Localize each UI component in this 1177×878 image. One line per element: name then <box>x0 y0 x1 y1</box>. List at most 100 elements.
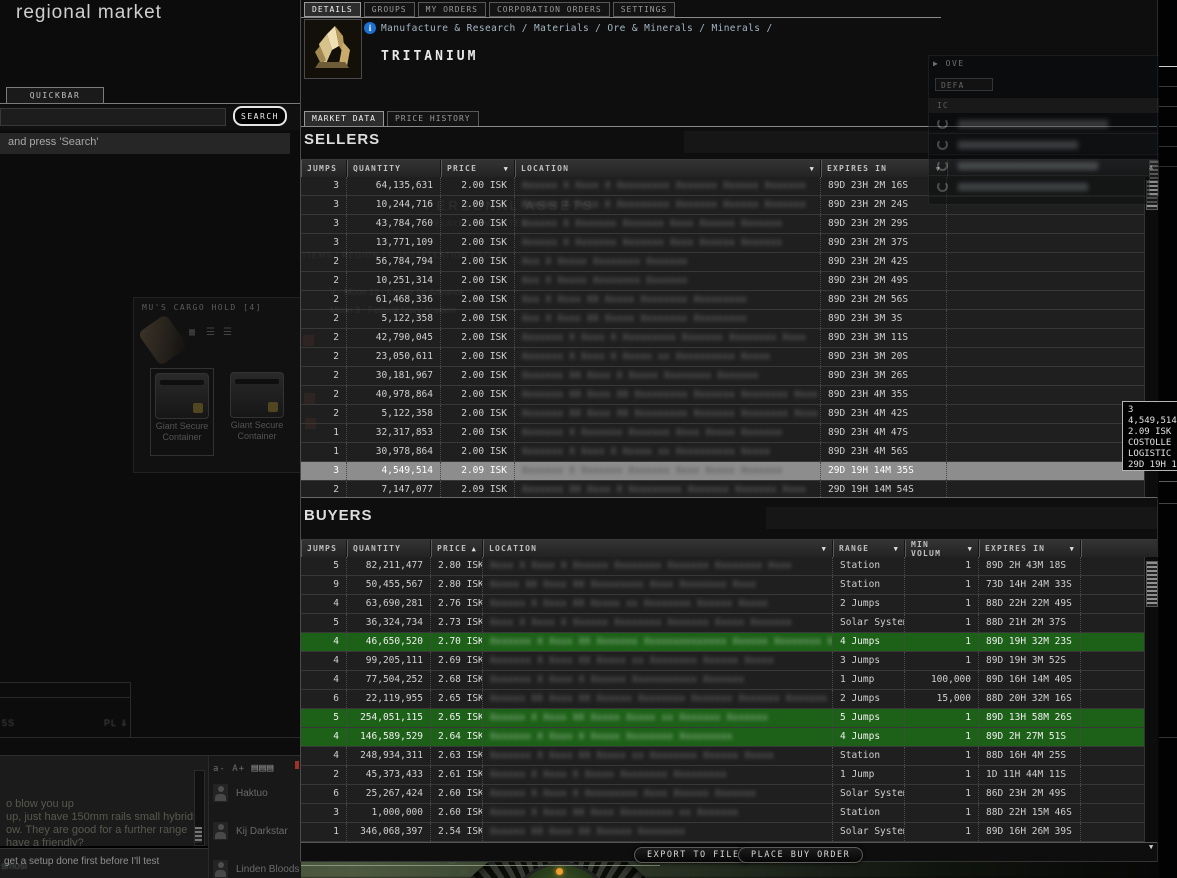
buyer-cell-mv: 1 <box>905 728 979 746</box>
sellers-column-price[interactable]: PRICE ▼ <box>441 160 515 177</box>
member-row[interactable]: Haktuo <box>213 784 299 802</box>
overview-row[interactable] <box>929 114 1159 134</box>
buyer-row[interactable]: 4 99,205,111 2.69 ISK Xxxxxxx X Xxxx XX Xxx… <box>301 652 1157 671</box>
seller-cell-p: 2.09 ISK <box>441 462 515 480</box>
seller-row[interactable]: 3 4,549,514 2.09 ISK Xxxxxxx X Xxxxxxx Xxxx… <box>301 462 1157 481</box>
buyers-column-range[interactable]: RANGE ▼ <box>833 540 905 557</box>
member-row[interactable]: Linden Bloodsmo <box>213 860 299 878</box>
sort-arrow-icon: ▼ <box>1069 544 1075 553</box>
seller-cell-j: 3 <box>301 462 347 480</box>
seller-row[interactable]: 2 40,978,864 2.00 ISK Xxxxxxx XX Xxxx XX Xx… <box>301 386 1157 405</box>
buyer-row[interactable]: 4 77,504,252 2.68 ISK Xxxxxxx X Xxxx X Xxxx… <box>301 671 1157 690</box>
seller-cell-filler <box>947 329 1157 347</box>
buyers-column-expires-in[interactable]: EXPIRES IN ▼ <box>979 540 1081 557</box>
buyer-row[interactable]: 9 50,455,567 2.80 ISK Xxxxx XX Xxxx XX Xxxx… <box>301 576 1157 595</box>
buyer-cell-mv: 1 <box>905 595 979 613</box>
buyers-scroll-down-arrow[interactable]: ▼ <box>1149 843 1153 851</box>
chat-scrollbar-thumb[interactable] <box>195 827 202 843</box>
sellers-column-jumps[interactable]: JUMPS <box>301 160 347 177</box>
view-grid-icon[interactable]: ▦ <box>189 328 200 338</box>
buyer-cell-r: 5 Jumps <box>833 709 905 727</box>
buyers-column-quantity[interactable]: QUANTITY <box>347 540 431 557</box>
seller-cell-filler <box>947 272 1157 290</box>
sellers-column-quantity[interactable]: QUANTITY <box>347 160 441 177</box>
overview-row[interactable] <box>929 135 1159 155</box>
view-details-icon[interactable]: ☰ <box>223 328 234 338</box>
seller-row[interactable]: 1 30,978,864 2.00 ISK Xxxxxxx X Xxxx X Xxxx… <box>301 443 1157 462</box>
subtab-price-history[interactable]: PRICE HISTORY <box>386 111 479 127</box>
buyer-cell-j: 4 <box>301 652 347 670</box>
member-row[interactable]: Kij Darkstar <box>213 822 299 840</box>
export-to-file-button[interactable]: EXPORT TO FILE <box>634 847 753 863</box>
search-button[interactable]: SEARCH <box>233 106 287 126</box>
seller-row[interactable]: 2 42,790,045 2.00 ISK Xxxxxxx X Xxxx X Xxxx… <box>301 329 1157 348</box>
seller-row[interactable]: 2 23,050,611 2.00 ISK Xxxxxxx X Xxxx X Xxxx… <box>301 348 1157 367</box>
blurred-location-text: Xxxxxxx X Xxxx X Xxxxx Xxxxxxxx Xxxxxxxx… <box>490 732 733 742</box>
tab-groups[interactable]: GROUPS <box>363 2 415 17</box>
buyers-column-location[interactable]: LOCATION ▼ <box>483 540 833 557</box>
member-list-view-icon[interactable]: ▤ <box>252 761 260 774</box>
sellers-column-location[interactable]: LOCATION ▼ <box>515 160 821 177</box>
seller-cell-p: 2.00 ISK <box>441 443 515 461</box>
font-larger-button[interactable]: A+ <box>232 764 245 774</box>
seller-cell-loc: Xxxxxxx XX Xxxx X Xxxxxxxxx Xxxxxxx Xxxx… <box>515 481 821 497</box>
buyer-row[interactable]: 1 346,068,397 2.54 ISK Xxxxxx XX Xxxx XX Xx… <box>301 823 1157 842</box>
search-input[interactable] <box>0 108 226 126</box>
tritanium-item-icon[interactable] <box>304 19 362 79</box>
overview-column-header[interactable]: IC <box>929 98 1159 113</box>
overview-scrollbar-thumb[interactable] <box>1149 160 1159 196</box>
cargo-item-giant-secure-container[interactable]: Giant Secure Container <box>150 368 214 456</box>
seller-row[interactable]: 2 7,147,077 2.09 ISK Xxxxxxx XX Xxxx X Xxxx… <box>301 481 1157 497</box>
seller-row[interactable]: 2 30,181,967 2.00 ISK Xxxxxxx XX Xxxx X Xxx… <box>301 367 1157 386</box>
view-list-icon[interactable]: ☰ <box>206 328 217 338</box>
tab-quickbar[interactable]: QUICKBAR <box>6 87 104 104</box>
buyer-row[interactable]: 5 254,051,115 2.65 ISK Xxxxxx X Xxxx XX Xxx… <box>301 709 1157 728</box>
tab-details[interactable]: DETAILS <box>304 2 361 17</box>
buyers-column-min-volum[interactable]: MIN VOLUM ▼ <box>905 540 979 558</box>
tab-corporation-orders[interactable]: CORPORATION ORDERS <box>488 2 610 17</box>
buyer-row[interactable]: 4 248,934,311 2.63 ISK Xxxxxxx X Xxxx XX Xx… <box>301 747 1157 766</box>
info-icon[interactable]: i <box>364 22 376 34</box>
crystal-graphic <box>315 26 350 68</box>
column-label: LOCATION <box>489 544 538 553</box>
overview-tab-default[interactable]: DEFA <box>935 78 993 91</box>
buyer-row[interactable]: 4 63,690,281 2.76 ISK Xxxxxx X Xxxx XX Xxxx… <box>301 595 1157 614</box>
tab-settings[interactable]: SETTINGS <box>612 2 676 17</box>
buyer-row[interactable]: 6 22,119,955 2.65 ISK Xxxxxx XX Xxxx XX Xxx… <box>301 690 1157 709</box>
buyer-cell-r: 4 Jumps <box>833 633 905 651</box>
buyers-scrollbar[interactable] <box>1144 557 1158 842</box>
breadcrumb[interactable]: Manufacture & Research / Materials / Ore… <box>381 23 773 34</box>
tab-my-orders[interactable]: MY ORDERS <box>417 2 486 17</box>
seller-row[interactable]: 2 5,122,358 2.00 ISK Xxxxxxx XX Xxxx XX Xxx… <box>301 405 1157 424</box>
buyer-row[interactable]: 6 25,267,424 2.60 ISK Xxxxxx X Xxxx X Xxxxx… <box>301 785 1157 804</box>
cargo-item-giant-secure-container[interactable]: Giant Secure Container <box>226 368 288 454</box>
strip-line <box>1159 66 1177 67</box>
font-smaller-button[interactable]: a- <box>213 764 226 774</box>
strip-line <box>1159 106 1177 107</box>
place-buy-order-button[interactable]: PLACE BUY ORDER <box>738 847 864 863</box>
ghost-window-line <box>0 697 130 698</box>
buyer-row[interactable]: 2 45,373,433 2.61 ISK Xxxxxx X Xxxx X Xxxxx… <box>301 766 1157 785</box>
buyer-cell-loc: Xxxxxxx X Xxxx XX Xxxxx xx Xxxxxxxx Xxxx… <box>483 652 833 670</box>
buyers-column-jumps[interactable]: JUMPS <box>301 540 347 557</box>
chat-scrollbar[interactable] <box>194 770 205 846</box>
subtab-market-data[interactable]: MARKET DATA <box>304 111 384 127</box>
buyers-scrollbar-thumb[interactable] <box>1146 561 1158 607</box>
seller-row[interactable]: 1 32,317,853 2.00 ISK Xxxxxxx X Xxxxxxx Xxx… <box>301 424 1157 443</box>
cargo-item-label: Giant Secure Container <box>230 420 284 441</box>
overview-row[interactable] <box>929 156 1159 176</box>
strip-line <box>1159 737 1177 738</box>
member-list-view-icon[interactable]: ▤ <box>259 761 267 774</box>
buyer-cell-p: 2.69 ISK <box>431 652 483 670</box>
chat-message: o blow you up <box>6 798 74 810</box>
buyer-row[interactable]: 5 36,324,734 2.73 ISK Xxxx X Xxxx X Xxxxxx … <box>301 614 1157 633</box>
member-list-view-icon[interactable]: ▤ <box>267 761 275 774</box>
buyers-column-price[interactable]: PRICE ▲ <box>431 540 483 557</box>
buyer-row[interactable]: 4 146,589,529 2.64 ISK Xxxxxxx X Xxxx X Xxx… <box>301 728 1157 747</box>
buyer-row[interactable]: 4 46,650,520 2.70 ISK Xxxxxxx X Xxxx XX Xxx… <box>301 633 1157 652</box>
overview-row[interactable] <box>929 177 1159 197</box>
buyer-row[interactable]: 3 1,000,000 2.60 ISK Xxxxxx X Xxxx XX Xxxx … <box>301 804 1157 823</box>
seller-cell-e: 29D 19H 14M 54S <box>821 481 947 497</box>
buyer-row[interactable]: 5 82,211,477 2.80 ISK Xxxx X Xxxx X Xxxxxx … <box>301 557 1157 576</box>
seller-cell-p: 2.00 ISK <box>441 405 515 423</box>
